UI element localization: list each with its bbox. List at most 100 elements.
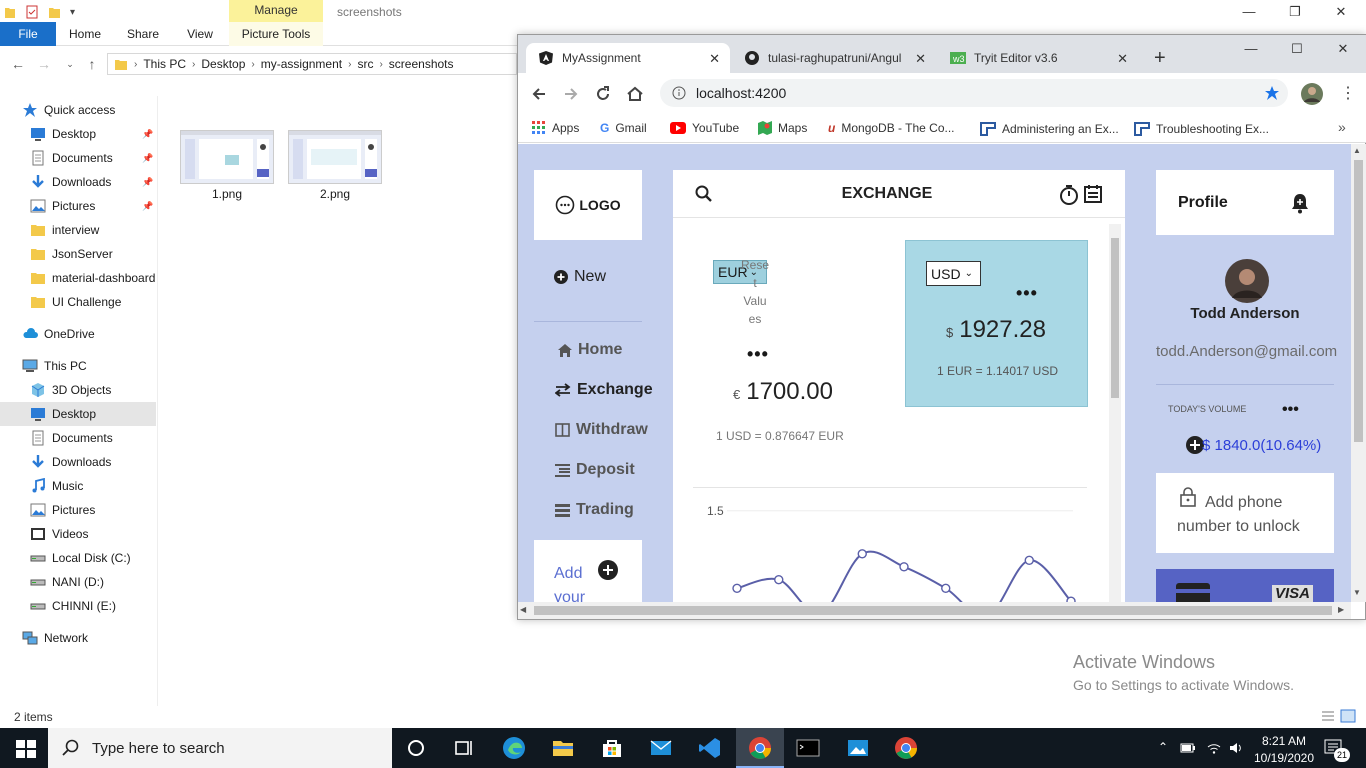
stopwatch-icon[interactable] bbox=[1059, 184, 1079, 206]
address-bar[interactable]: › This PC › Desktop › my-assignment › sr… bbox=[107, 53, 517, 75]
new-button[interactable]: New bbox=[554, 268, 606, 286]
tab-tryit[interactable]: w3 Tryit Editor v3.6 ✕ bbox=[938, 43, 1138, 73]
forward-arrow-icon[interactable] bbox=[562, 85, 580, 103]
minimize-icon[interactable]: — bbox=[1226, 2, 1272, 22]
breadcrumb-src[interactable]: src bbox=[357, 57, 373, 71]
chart-data-point[interactable] bbox=[941, 583, 951, 594]
bookmark-youtube[interactable]: YouTube bbox=[670, 121, 739, 135]
volume-more-options-icon[interactable]: ••• bbox=[1282, 401, 1299, 419]
nav-item-pictures[interactable]: Pictures bbox=[30, 194, 95, 218]
microsoft-store-icon[interactable] bbox=[600, 736, 624, 760]
nav-item-jsonserver[interactable]: JsonServer bbox=[30, 242, 113, 266]
vertical-scroll-thumb[interactable] bbox=[1354, 160, 1363, 442]
file-name-1[interactable]: 1.png bbox=[180, 187, 274, 201]
pin-icon[interactable]: 📌 bbox=[142, 177, 153, 187]
chrome-icon[interactable] bbox=[894, 736, 918, 760]
terminal-icon[interactable] bbox=[796, 736, 820, 760]
nav-item-3d-objects[interactable]: 3D Objects bbox=[30, 378, 111, 402]
nav-item-documents[interactable]: Documents bbox=[30, 426, 113, 450]
bookmark-mongodb[interactable]: u MongoDB - The Co... bbox=[828, 121, 955, 135]
nav-item-nani-d[interactable]: NANI (D:) bbox=[30, 570, 104, 594]
address-bar[interactable]: localhost:4200 bbox=[660, 79, 1288, 107]
bookmark-troubleshooting[interactable]: Troubleshooting Ex... bbox=[1134, 121, 1269, 137]
details-view-icon[interactable] bbox=[1320, 709, 1336, 723]
bookmark-apps[interactable]: Apps bbox=[532, 121, 579, 135]
nav-item-ui-challenge[interactable]: UI Challenge bbox=[30, 290, 121, 314]
file-name-2[interactable]: 2.png bbox=[288, 187, 382, 201]
file-thumbnail-2[interactable] bbox=[288, 130, 382, 184]
new-folder-icon[interactable] bbox=[48, 5, 62, 19]
chart-data-point[interactable] bbox=[732, 583, 742, 594]
breadcrumb-my-assignment[interactable]: my-assignment bbox=[261, 57, 342, 71]
forward-arrow-icon[interactable]: → bbox=[36, 56, 52, 72]
tab-home[interactable]: Home bbox=[56, 22, 114, 46]
cortana-icon[interactable] bbox=[404, 736, 428, 760]
nav-item-music[interactable]: Music bbox=[30, 474, 83, 498]
tab-file[interactable]: File bbox=[0, 22, 56, 46]
pin-icon[interactable]: 📌 bbox=[142, 153, 153, 163]
plus-circle-icon[interactable] bbox=[598, 560, 618, 580]
pin-icon[interactable]: 📌 bbox=[142, 129, 153, 139]
menu-kebab-icon[interactable]: ⋮ bbox=[1340, 83, 1356, 103]
pin-icon[interactable]: 📌 bbox=[142, 201, 153, 211]
chart-data-point[interactable] bbox=[774, 574, 784, 585]
nav-item-interview[interactable]: interview bbox=[30, 218, 99, 242]
manage-tab[interactable]: Manage bbox=[229, 0, 323, 22]
nav-item-network[interactable]: Network bbox=[22, 626, 88, 650]
nav-item-onedrive[interactable]: OneDrive bbox=[22, 322, 95, 346]
chart-data-point[interactable] bbox=[857, 549, 867, 559]
nav-item-quick-access[interactable]: Quick access bbox=[22, 98, 115, 122]
back-arrow-icon[interactable]: ← bbox=[10, 56, 26, 72]
sidebar-item-home[interactable]: Home bbox=[558, 341, 622, 359]
maximize-icon[interactable]: ☐ bbox=[1274, 39, 1320, 59]
taskbar-search-box[interactable]: Type here to search bbox=[48, 728, 392, 768]
scroll-down-arrow-icon[interactable]: ▼ bbox=[1353, 588, 1361, 597]
scroll-up-arrow-icon[interactable]: ▲ bbox=[1353, 146, 1361, 155]
tab-myassignment[interactable]: MyAssignment ✕ bbox=[526, 43, 730, 73]
properties-icon[interactable] bbox=[24, 4, 40, 20]
windows-start-icon[interactable] bbox=[14, 736, 38, 760]
page-horizontal-scrollbar[interactable]: ◀ ▶ bbox=[518, 602, 1351, 619]
nav-item-local-disk-c[interactable]: Local Disk (C:) bbox=[30, 546, 131, 570]
task-view-icon[interactable] bbox=[452, 736, 476, 760]
unlock-phone-card[interactable]: Add phone number to unlock bbox=[1156, 473, 1334, 553]
up-arrow-icon[interactable]: ↑ bbox=[84, 56, 100, 72]
add-card[interactable]: Add your bbox=[534, 540, 642, 602]
breadcrumb-screenshots[interactable]: screenshots bbox=[389, 57, 454, 71]
mail-icon[interactable] bbox=[649, 736, 673, 760]
breadcrumb-this-pc[interactable]: This PC bbox=[143, 57, 186, 71]
reload-icon[interactable] bbox=[594, 85, 612, 103]
minimize-icon[interactable]: — bbox=[1228, 39, 1274, 59]
volume-icon[interactable] bbox=[1228, 740, 1244, 756]
battery-icon[interactable] bbox=[1180, 741, 1196, 755]
chrome-icon[interactable] bbox=[748, 736, 772, 760]
nav-item-videos[interactable]: Videos bbox=[30, 522, 88, 546]
bookmark-gmail[interactable]: G Gmail bbox=[600, 121, 647, 135]
to-currency-select[interactable]: USD ⌄ bbox=[926, 261, 981, 286]
close-tab-icon[interactable]: ✕ bbox=[1117, 51, 1128, 67]
profile-avatar-icon[interactable] bbox=[1300, 82, 1324, 106]
nav-item-downloads[interactable]: Downloads bbox=[30, 170, 111, 194]
close-icon[interactable]: ✕ bbox=[1320, 39, 1366, 59]
tab-share[interactable]: Share bbox=[114, 22, 172, 46]
tab-github[interactable]: tulasi-raghupatruni/Angul ✕ bbox=[732, 43, 936, 73]
show-hidden-icons-chevron-icon[interactable]: ⌃ bbox=[1158, 740, 1168, 754]
recent-locations-chevron-icon[interactable]: ⌄ bbox=[62, 56, 78, 72]
logo-card[interactable]: LOGO bbox=[534, 170, 642, 240]
folder-icon[interactable] bbox=[4, 5, 16, 19]
file-thumbnail-1[interactable] bbox=[180, 130, 274, 184]
chart-data-point[interactable] bbox=[1024, 555, 1034, 566]
bell-plus-icon[interactable] bbox=[1290, 192, 1310, 214]
nav-item-desktop[interactable]: Desktop bbox=[30, 402, 96, 426]
bookmark-maps[interactable]: Maps bbox=[758, 121, 807, 135]
close-tab-icon[interactable]: ✕ bbox=[709, 51, 720, 67]
sidebar-item-exchange[interactable]: Exchange bbox=[555, 381, 653, 399]
tab-picture-tools[interactable]: Picture Tools bbox=[229, 22, 323, 46]
sidebar-item-trading[interactable]: Trading bbox=[555, 501, 634, 519]
wifi-icon[interactable] bbox=[1206, 740, 1222, 756]
close-icon[interactable]: ✕ bbox=[1318, 2, 1364, 22]
to-more-options-icon[interactable]: ••• bbox=[1016, 283, 1038, 304]
info-icon[interactable] bbox=[672, 86, 686, 100]
new-tab-icon[interactable]: + bbox=[1154, 47, 1166, 70]
breadcrumb-desktop[interactable]: Desktop bbox=[201, 57, 245, 71]
